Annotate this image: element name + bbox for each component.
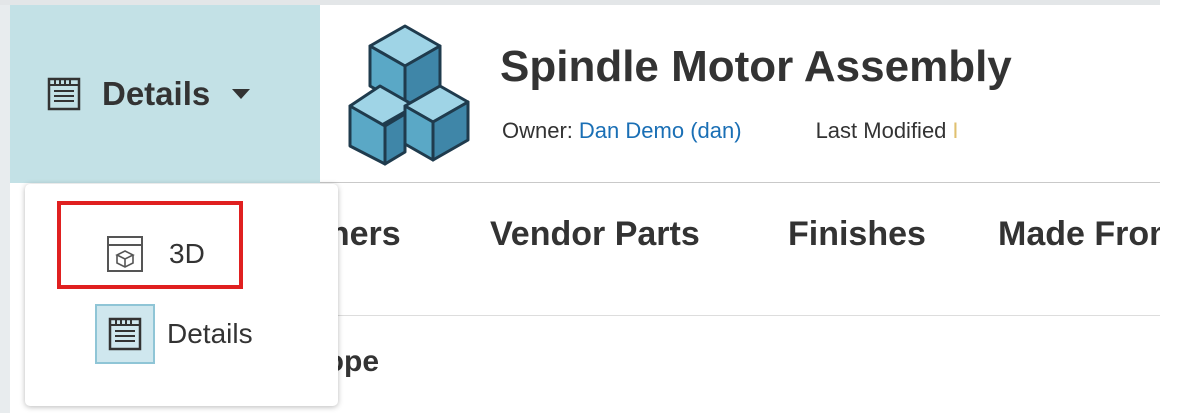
part-title: Spindle Motor Assembly	[500, 42, 1012, 91]
owner-label: Owner:	[502, 118, 573, 143]
menu-item-details-label: Details	[167, 318, 253, 349]
right-edge	[1160, 0, 1184, 413]
details-doc-icon	[47, 77, 81, 111]
details-doc-icon	[108, 317, 142, 351]
app-window: Details Spindle Motor Assembly Owner: Dan…	[0, 0, 1184, 413]
tabs-divider	[320, 315, 1160, 316]
left-gutter	[0, 0, 10, 413]
tab-bar: Fasteners Vendor Parts Finishes Made Fro…	[320, 183, 1160, 315]
menu-item-details[interactable]: Details	[95, 304, 253, 364]
menu-item-3d-label: 3D	[169, 238, 205, 269]
view-menu-dropdown: 3D Details	[25, 184, 338, 406]
tab-vendor-parts[interactable]: Vendor Parts	[490, 215, 700, 254]
view-switcher-button[interactable]: Details	[10, 5, 320, 183]
tab-made-from[interactable]: Made From	[998, 215, 1160, 254]
selected-icon-frame	[95, 304, 155, 364]
view-switcher-label: Details	[102, 75, 211, 112]
chevron-down-icon	[232, 89, 251, 99]
part-cube-icon	[348, 24, 470, 166]
3d-view-icon	[107, 236, 143, 272]
last-modified-value: I	[952, 118, 959, 143]
tab-finishes[interactable]: Finishes	[788, 215, 926, 254]
menu-item-3d[interactable]: 3D	[105, 234, 205, 274]
item-meta: Owner: Dan Demo (dan) Last Modified I	[502, 118, 1160, 144]
owner-link[interactable]: Dan Demo (dan)	[579, 118, 742, 143]
last-modified-label: Last Modified	[815, 118, 947, 143]
